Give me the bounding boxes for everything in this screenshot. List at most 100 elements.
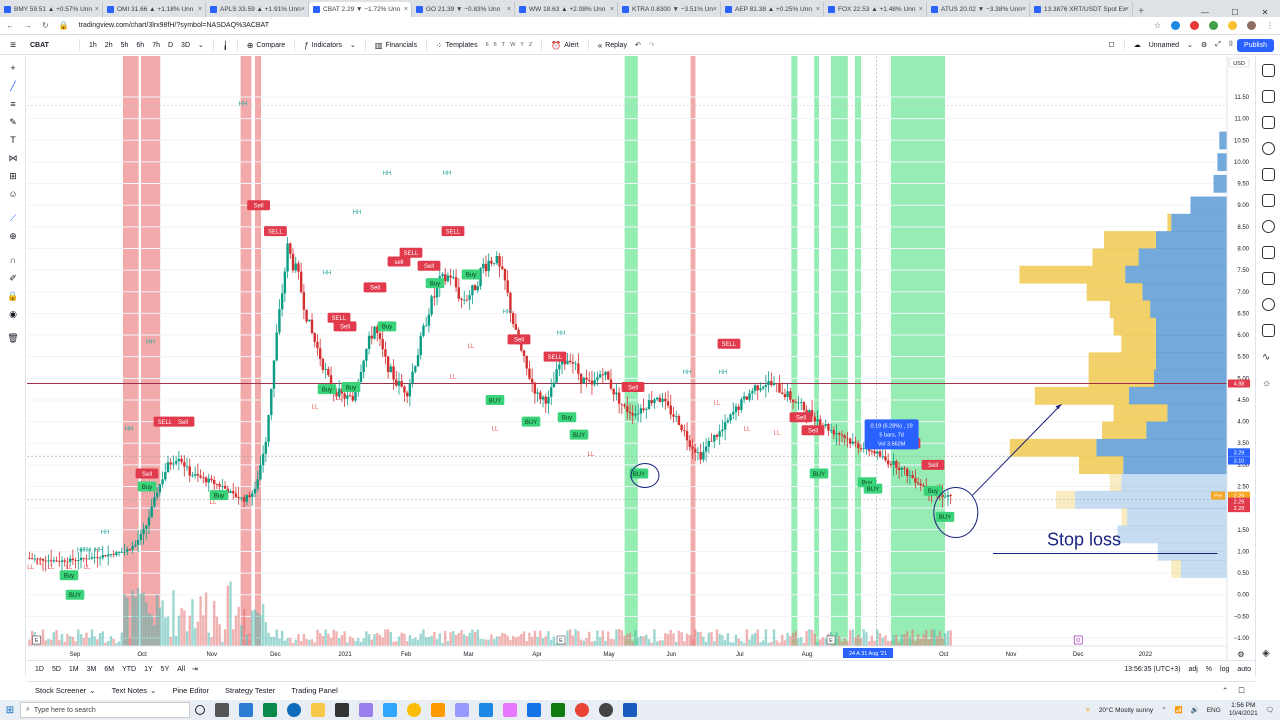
browser-tab[interactable]: WW 18.63 ▲ +2.08% Unn × bbox=[515, 2, 618, 17]
watchlist-icon[interactable] bbox=[1262, 64, 1275, 77]
panel-tab[interactable]: Trading Panel bbox=[283, 686, 345, 695]
extension-icon[interactable] bbox=[1228, 21, 1237, 30]
timeframe-button[interactable]: 1Y bbox=[144, 666, 153, 673]
lightroom-icon[interactable] bbox=[527, 703, 541, 717]
buy-signal-badge[interactable]: BUY bbox=[809, 468, 829, 479]
close-tab-icon[interactable]: × bbox=[1125, 6, 1129, 13]
calendar-icon[interactable] bbox=[1262, 168, 1275, 181]
panel-tab[interactable]: Pine Editor bbox=[164, 686, 217, 695]
panel-tab[interactable]: Stock Screener ⌄ bbox=[27, 686, 104, 695]
taskbar-app-icon[interactable] bbox=[599, 703, 613, 717]
brush-icon[interactable]: ✎ bbox=[7, 116, 19, 128]
browser-tab[interactable]: AEP 81.38 ▲ +0.25% Unn × bbox=[721, 2, 824, 17]
broadcast-icon[interactable]: ☼ bbox=[1262, 378, 1275, 391]
settings-gear-icon[interactable]: ⚙ bbox=[1197, 41, 1211, 49]
buy-signal-badge[interactable]: Buy bbox=[557, 412, 577, 423]
template-shortcut[interactable]: 6 bbox=[486, 42, 489, 48]
close-tab-icon[interactable]: × bbox=[1022, 6, 1026, 13]
layers-icon[interactable]: ◈ bbox=[1262, 648, 1275, 661]
word-icon[interactable] bbox=[623, 703, 637, 717]
browser-tab[interactable]: GO 21.39 ▼ −0.83% Unn × bbox=[412, 2, 515, 17]
dividend-event-icon[interactable]: D bbox=[1073, 635, 1083, 645]
fullscreen-icon[interactable]: ⤢ bbox=[1211, 41, 1225, 49]
extension-icon[interactable] bbox=[1171, 21, 1180, 30]
language-indicator[interactable]: ENG bbox=[1207, 707, 1221, 714]
alerts-panel-icon[interactable] bbox=[1262, 90, 1275, 103]
buy-signal-badge[interactable]: BUY bbox=[485, 394, 505, 405]
weather-text[interactable]: 20°C Mostly sunny bbox=[1099, 707, 1153, 714]
date-range-icon[interactable]: ⇥ bbox=[192, 665, 198, 673]
browser-tab[interactable]: APLS 33.59 ▲ +1.91% Unn × bbox=[206, 2, 309, 17]
hotlists-icon[interactable] bbox=[1262, 142, 1275, 155]
text-tool-icon[interactable]: T bbox=[7, 134, 19, 146]
taskbar-app-icon[interactable] bbox=[551, 703, 565, 717]
pulse-icon[interactable]: ∿ bbox=[1262, 352, 1275, 365]
zoom-in-icon[interactable]: ⊕ bbox=[7, 230, 19, 242]
prediction-icon[interactable]: ⊞ bbox=[7, 170, 19, 182]
scale-option[interactable]: adj bbox=[1188, 666, 1197, 673]
close-tab-icon[interactable]: × bbox=[507, 6, 511, 13]
indicators-dropdown-icon[interactable]: ⌄ bbox=[346, 41, 360, 49]
close-tab-icon[interactable]: × bbox=[301, 6, 305, 13]
replay-button[interactable]: «Replay bbox=[594, 41, 631, 50]
help-icon[interactable] bbox=[1262, 298, 1275, 311]
stay-in-drawing-icon[interactable]: ✐ bbox=[7, 272, 19, 284]
timeframe-button[interactable]: 5Y bbox=[161, 666, 170, 673]
url-field[interactable]: tradingview.com/chart/3lrx98fH/?symbol=N… bbox=[79, 22, 1144, 29]
browser-tab[interactable]: FOX 22.53 ▲ +1.48% Unn × bbox=[824, 2, 927, 17]
profile-avatar[interactable] bbox=[1247, 21, 1256, 30]
indicators-button[interactable]: ƒ Indicators bbox=[300, 41, 346, 50]
price-chart[interactable]: HH HH HH HH HH HH HH HH HH HH HH HH HH HH HH LL LL LL LL LL… bbox=[27, 56, 1255, 660]
timeframe-button[interactable]: All bbox=[177, 666, 185, 673]
maximize-icon[interactable]: ☐ bbox=[1220, 8, 1250, 17]
sell-signal-badge[interactable]: Sell bbox=[417, 260, 441, 271]
camera-icon[interactable]: ⌷ bbox=[1225, 41, 1237, 49]
earnings-event-icon[interactable]: E bbox=[32, 635, 41, 645]
timeframe-button[interactable]: 5D bbox=[52, 666, 61, 673]
sell-signal-badge[interactable]: Sell bbox=[621, 381, 645, 392]
financials-button[interactable]: ▥ Financials bbox=[371, 41, 421, 50]
scale-option[interactable]: log bbox=[1220, 666, 1229, 673]
cortana-icon[interactable] bbox=[195, 705, 205, 715]
clock-readout[interactable]: 13:56:35 (UTC+3) bbox=[1124, 666, 1180, 673]
sell-signal-badge[interactable]: SELL bbox=[264, 226, 287, 237]
buy-signal-badge[interactable]: Buy bbox=[923, 485, 943, 496]
reload-icon[interactable]: ↻ bbox=[42, 21, 49, 30]
template-shortcut[interactable]: 6 bbox=[494, 42, 497, 48]
scale-option[interactable]: % bbox=[1206, 666, 1212, 673]
sell-signal-badge[interactable]: SELL bbox=[543, 351, 567, 362]
maximize-panel-icon[interactable]: ☐ bbox=[1238, 686, 1245, 695]
sell-signal-badge[interactable]: Sell bbox=[135, 468, 159, 479]
close-window-icon[interactable]: ✕ bbox=[1250, 8, 1280, 17]
timeframe-button[interactable]: 1D bbox=[35, 666, 44, 673]
photoshop-icon[interactable] bbox=[383, 703, 397, 717]
timeframe-button[interactable]: 6M bbox=[104, 666, 114, 673]
layout-square-icon[interactable]: ☐ bbox=[1104, 41, 1118, 49]
earnings-event-icon[interactable]: E bbox=[556, 635, 566, 645]
buy-signal-badge[interactable]: Buy bbox=[341, 381, 361, 392]
extension-icon[interactable] bbox=[1190, 21, 1199, 30]
chrome-icon[interactable] bbox=[407, 703, 421, 717]
windows-start-icon[interactable]: ⊞ bbox=[0, 705, 20, 716]
browser-tab[interactable]: KTRA 0.8300 ▼ −3.51% Un × bbox=[618, 2, 721, 17]
template-shortcut[interactable]: Z bbox=[529, 42, 532, 48]
close-tab-icon[interactable]: × bbox=[713, 6, 717, 13]
interval-button[interactable]: 3D bbox=[177, 42, 194, 49]
timeframe-button[interactable]: YTD bbox=[122, 666, 136, 673]
taskbar-search[interactable]: ⌕ Type here to search bbox=[20, 702, 190, 718]
sell-signal-badge[interactable]: sell bbox=[387, 256, 411, 267]
lock-drawings-icon[interactable]: 🔒 bbox=[7, 290, 19, 302]
interval-button[interactable]: D bbox=[164, 42, 177, 49]
close-tab-icon[interactable]: × bbox=[816, 6, 820, 13]
close-tab-icon[interactable]: × bbox=[95, 6, 99, 13]
panel-tab[interactable]: Text Notes ⌄ bbox=[104, 686, 165, 695]
ideas-icon[interactable] bbox=[1262, 194, 1275, 207]
sell-signal-badge[interactable]: SELL bbox=[327, 312, 351, 323]
template-shortcut[interactable]: T bbox=[502, 42, 505, 48]
template-shortcut[interactable]: W bbox=[510, 42, 515, 48]
timeframe-button[interactable]: 3M bbox=[87, 666, 97, 673]
taskbar-app-icon[interactable] bbox=[479, 703, 493, 717]
interval-button[interactable]: 7h bbox=[148, 42, 164, 49]
sell-signal-badge[interactable]: SELL bbox=[441, 226, 465, 237]
forward-icon[interactable]: → bbox=[24, 21, 32, 30]
